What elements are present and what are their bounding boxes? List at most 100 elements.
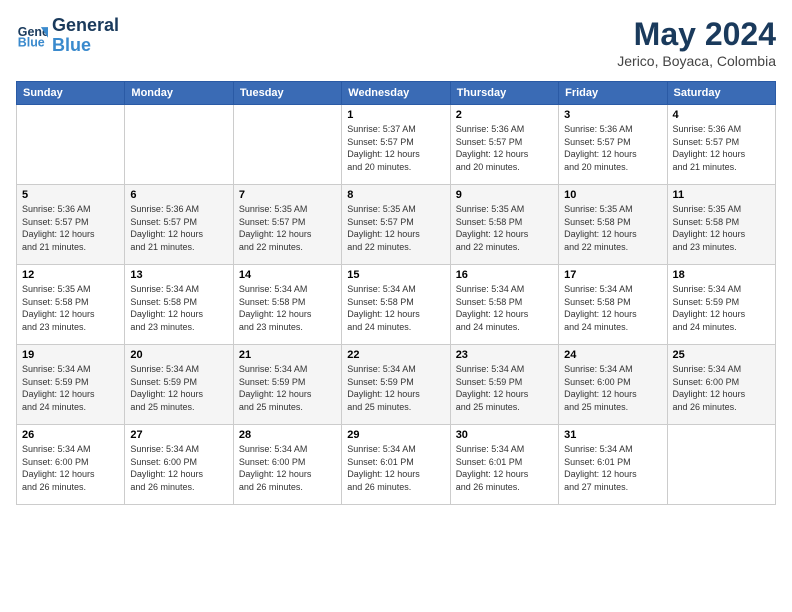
day-info: Sunrise: 5:35 AM Sunset: 5:57 PM Dayligh… [239, 203, 336, 253]
day-number: 27 [130, 429, 227, 441]
day-number: 30 [456, 429, 553, 441]
day-info: Sunrise: 5:36 AM Sunset: 5:57 PM Dayligh… [673, 123, 770, 173]
svg-text:Blue: Blue [18, 35, 45, 49]
day-number: 28 [239, 429, 336, 441]
day-number: 19 [22, 349, 119, 361]
calendar-cell [233, 105, 341, 185]
calendar-week-row: 19 Sunrise: 5:34 AM Sunset: 5:59 PM Dayli… [17, 345, 776, 425]
calendar-cell: 4 Sunrise: 5:36 AM Sunset: 5:57 PM Daylig… [667, 105, 775, 185]
calendar-cell: 16 Sunrise: 5:34 AM Sunset: 5:58 PM Dayli… [450, 265, 558, 345]
logo-text: General Blue [52, 16, 119, 56]
day-number: 1 [347, 109, 444, 121]
day-number: 25 [673, 349, 770, 361]
calendar-cell [17, 105, 125, 185]
title-block: May 2024 Jerico, Boyaca, Colombia [617, 16, 776, 69]
calendar-cell: 6Sunrise: 5:36 AM Sunset: 5:57 PM Daylig… [125, 185, 233, 265]
location: Jerico, Boyaca, Colombia [617, 53, 776, 69]
day-info: Sunrise: 5:34 AM Sunset: 5:58 PM Dayligh… [564, 283, 661, 333]
calendar-cell: 27 Sunrise: 5:34 AM Sunset: 6:00 PM Dayli… [125, 425, 233, 505]
day-info: Sunrise: 5:36 AM Sunset: 5:57 PM Dayligh… [564, 123, 661, 173]
day-info: Sunrise: 5:37 AM Sunset: 5:57 PM Dayligh… [347, 123, 444, 173]
day-number: 11 [673, 189, 770, 201]
day-info: Sunrise: 5:35 AM Sunset: 5:58 PM Dayligh… [673, 203, 770, 253]
day-info: Sunrise: 5:34 AM Sunset: 5:58 PM Dayligh… [456, 283, 553, 333]
calendar-header: SundayMondayTuesdayWednesdayThursdayFrid… [17, 82, 776, 105]
weekday-header: Sunday [17, 82, 125, 105]
day-info: Sunrise: 5:35 AM Sunset: 5:58 PM Dayligh… [22, 283, 119, 333]
calendar-cell: 25 Sunrise: 5:34 AM Sunset: 6:00 PM Dayli… [667, 345, 775, 425]
day-info: Sunrise: 5:35 AM Sunset: 5:57 PM Dayligh… [347, 203, 444, 253]
calendar-cell: 23Sunrise: 5:34 AM Sunset: 5:59 PM Dayli… [450, 345, 558, 425]
calendar-cell: 17 Sunrise: 5:34 AM Sunset: 5:58 PM Dayli… [559, 265, 667, 345]
day-info: Sunrise: 5:34 AM Sunset: 6:00 PM Dayligh… [22, 443, 119, 493]
day-number: 13 [130, 269, 227, 281]
calendar-week-row: 12 Sunrise: 5:35 AM Sunset: 5:58 PM Dayli… [17, 265, 776, 345]
day-number: 17 [564, 269, 661, 281]
day-info: Sunrise: 5:35 AM Sunset: 5:58 PM Dayligh… [456, 203, 553, 253]
calendar-cell: 9 Sunrise: 5:35 AM Sunset: 5:58 PM Daylig… [450, 185, 558, 265]
day-info: Sunrise: 5:35 AM Sunset: 5:58 PM Dayligh… [564, 203, 661, 253]
weekday-header: Saturday [667, 82, 775, 105]
day-number: 21 [239, 349, 336, 361]
day-number: 29 [347, 429, 444, 441]
day-info: Sunrise: 5:34 AM Sunset: 5:59 PM Dayligh… [130, 363, 227, 413]
calendar-cell: 10 Sunrise: 5:35 AM Sunset: 5:58 PM Dayli… [559, 185, 667, 265]
day-info: Sunrise: 5:36 AM Sunset: 5:57 PM Dayligh… [22, 203, 119, 253]
day-info: Sunrise: 5:34 AM Sunset: 6:00 PM Dayligh… [564, 363, 661, 413]
calendar-cell: 11 Sunrise: 5:35 AM Sunset: 5:58 PM Dayli… [667, 185, 775, 265]
weekday-row: SundayMondayTuesdayWednesdayThursdayFrid… [17, 82, 776, 105]
calendar-cell: 13Sunrise: 5:34 AM Sunset: 5:58 PM Dayli… [125, 265, 233, 345]
calendar-week-row: 5 Sunrise: 5:36 AM Sunset: 5:57 PM Daylig… [17, 185, 776, 265]
weekday-header: Monday [125, 82, 233, 105]
day-info: Sunrise: 5:34 AM Sunset: 5:59 PM Dayligh… [347, 363, 444, 413]
calendar-cell: 22 Sunrise: 5:34 AM Sunset: 5:59 PM Dayli… [342, 345, 450, 425]
calendar-cell: 7 Sunrise: 5:35 AM Sunset: 5:57 PM Daylig… [233, 185, 341, 265]
day-info: Sunrise: 5:34 AM Sunset: 6:00 PM Dayligh… [239, 443, 336, 493]
day-number: 5 [22, 189, 119, 201]
day-number: 14 [239, 269, 336, 281]
day-number: 24 [564, 349, 661, 361]
day-info: Sunrise: 5:36 AM Sunset: 5:57 PM Dayligh… [456, 123, 553, 173]
calendar-cell: 1 Sunrise: 5:37 AM Sunset: 5:57 PM Daylig… [342, 105, 450, 185]
calendar-cell [667, 425, 775, 505]
day-info: Sunrise: 5:34 AM Sunset: 5:58 PM Dayligh… [239, 283, 336, 333]
day-number: 4 [673, 109, 770, 121]
calendar-week-row: 26 Sunrise: 5:34 AM Sunset: 6:00 PM Dayli… [17, 425, 776, 505]
calendar-cell: 18Sunrise: 5:34 AM Sunset: 5:59 PM Dayli… [667, 265, 775, 345]
day-info: Sunrise: 5:34 AM Sunset: 6:01 PM Dayligh… [456, 443, 553, 493]
day-number: 20 [130, 349, 227, 361]
weekday-header: Thursday [450, 82, 558, 105]
weekday-header: Wednesday [342, 82, 450, 105]
day-info: Sunrise: 5:34 AM Sunset: 6:01 PM Dayligh… [564, 443, 661, 493]
day-info: Sunrise: 5:34 AM Sunset: 6:00 PM Dayligh… [130, 443, 227, 493]
calendar-cell: 8 Sunrise: 5:35 AM Sunset: 5:57 PM Daylig… [342, 185, 450, 265]
calendar-cell: 28 Sunrise: 5:34 AM Sunset: 6:00 PM Dayli… [233, 425, 341, 505]
day-number: 10 [564, 189, 661, 201]
calendar-table: SundayMondayTuesdayWednesdayThursdayFrid… [16, 81, 776, 505]
calendar-cell: 29 Sunrise: 5:34 AM Sunset: 6:01 PM Dayli… [342, 425, 450, 505]
day-number: 2 [456, 109, 553, 121]
day-info: Sunrise: 5:34 AM Sunset: 5:59 PM Dayligh… [673, 283, 770, 333]
logo-icon: General Blue [16, 20, 48, 52]
day-number: 7 [239, 189, 336, 201]
weekday-header: Tuesday [233, 82, 341, 105]
day-number: 8 [347, 189, 444, 201]
day-info: Sunrise: 5:34 AM Sunset: 6:00 PM Dayligh… [673, 363, 770, 413]
calendar-week-row: 1 Sunrise: 5:37 AM Sunset: 5:57 PM Daylig… [17, 105, 776, 185]
day-info: Sunrise: 5:34 AM Sunset: 5:59 PM Dayligh… [22, 363, 119, 413]
calendar-cell: 31Sunrise: 5:34 AM Sunset: 6:01 PM Dayli… [559, 425, 667, 505]
day-number: 26 [22, 429, 119, 441]
day-number: 9 [456, 189, 553, 201]
month-year: May 2024 [617, 16, 776, 53]
calendar-cell: 15Sunrise: 5:34 AM Sunset: 5:58 PM Dayli… [342, 265, 450, 345]
calendar-cell: 30 Sunrise: 5:34 AM Sunset: 6:01 PM Dayli… [450, 425, 558, 505]
day-number: 22 [347, 349, 444, 361]
day-number: 15 [347, 269, 444, 281]
day-number: 16 [456, 269, 553, 281]
day-info: Sunrise: 5:34 AM Sunset: 5:59 PM Dayligh… [239, 363, 336, 413]
day-number: 6 [130, 189, 227, 201]
day-info: Sunrise: 5:34 AM Sunset: 6:01 PM Dayligh… [347, 443, 444, 493]
calendar-cell: 21 Sunrise: 5:34 AM Sunset: 5:59 PM Dayli… [233, 345, 341, 425]
day-number: 12 [22, 269, 119, 281]
calendar-cell [125, 105, 233, 185]
